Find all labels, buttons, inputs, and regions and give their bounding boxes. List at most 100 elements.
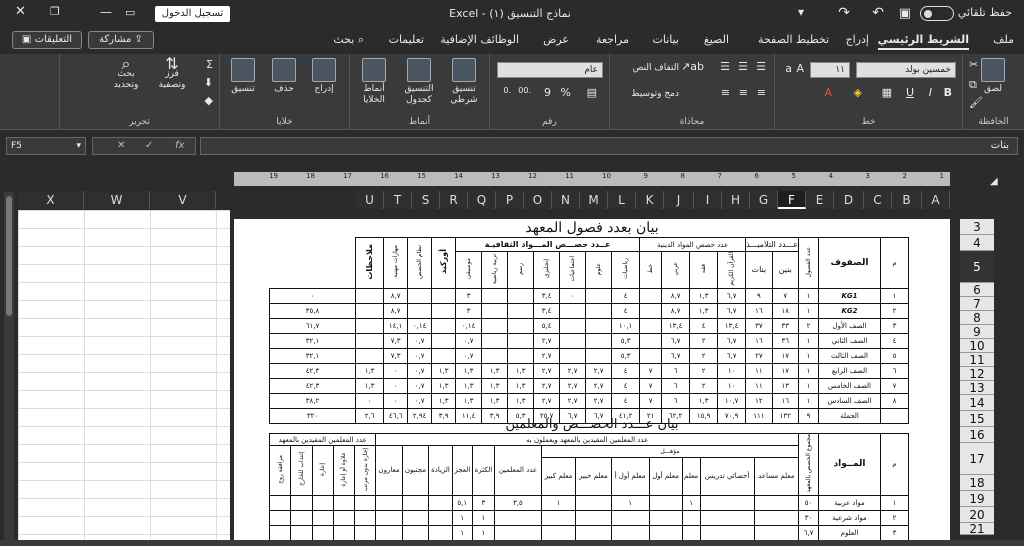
table-cell[interactable]: ٠ [355,392,385,409]
column-header-c[interactable]: C [864,191,892,209]
column-header-r[interactable]: R [440,191,468,209]
table-cell[interactable]: ٠,٧ [407,347,433,364]
format-painter-icon[interactable]: 🖌 [969,96,983,109]
tab-view[interactable]: عرض [543,33,569,46]
table-cell[interactable]: ٠ [383,377,409,394]
table-cell[interactable]: ٥ [880,347,909,364]
table-cell[interactable]: ١,٣ [431,377,457,394]
column-header-u[interactable]: U [356,191,384,209]
horizontal-scrollbar[interactable] [0,540,1024,546]
row-header-14[interactable]: 14 [960,395,994,411]
table-cell[interactable]: ٧ [771,287,800,304]
table-cell[interactable]: ١٣,٤ [661,317,691,334]
table-cell[interactable]: ٧ [639,362,663,379]
grade-cell[interactable]: الصف السادس [818,392,881,409]
table-cell[interactable]: ٣ [455,287,483,304]
row-header-11[interactable]: 11 [960,353,994,367]
grade-cell[interactable]: KG1 [818,287,881,304]
table-cell[interactable]: ٠ [559,287,587,304]
table-cell[interactable]: ٠,١٤ [407,317,433,334]
column-header-b[interactable]: B [892,191,922,209]
table-cell[interactable] [311,524,334,541]
tab-data[interactable]: بيانات [652,33,679,46]
row-header-7[interactable]: 7 [960,297,994,311]
insert-function-button[interactable]: fx [175,140,184,151]
table-cell[interactable] [268,509,292,526]
table-cell[interactable] [610,509,650,526]
table-cell[interactable]: ٢,٧ [533,347,561,364]
table-cell[interactable] [648,524,683,541]
table-cell[interactable]: ١٢ [745,392,773,409]
name-box[interactable]: F5 ▾ [6,137,86,155]
table-cell[interactable] [648,509,683,526]
table-cell[interactable] [559,302,587,319]
table-cell[interactable] [559,317,587,334]
table-cell[interactable] [401,509,430,526]
tab-file[interactable]: ملف [993,33,1014,46]
table-cell[interactable]: ١,٣ [355,377,385,394]
column-header-f[interactable]: F [778,191,806,209]
table-cell[interactable] [559,347,587,364]
table-cell[interactable] [648,494,683,511]
row-header-15[interactable]: 15 [960,411,994,427]
table-cell[interactable]: ١٠,١ [611,317,641,334]
autosave-toggle[interactable] [920,6,954,21]
table-cell[interactable]: ٢,٧ [533,377,561,394]
column-header-w[interactable]: W [84,191,150,209]
table-cell[interactable]: ١٧ [771,362,800,379]
row-header-13[interactable]: 13 [960,381,994,395]
table-cell[interactable]: ٣٠ [798,509,819,526]
row-header-16[interactable]: 16 [960,427,994,443]
formula-input[interactable]: بنات [200,137,1018,155]
row-header-21[interactable]: 21 [960,523,994,535]
share-button[interactable]: مشاركة ⇪ [88,31,154,49]
table-cell[interactable]: ١,٣ [481,392,509,409]
table-cell[interactable]: ٤ [689,317,719,334]
row-header-17[interactable]: 17 [960,443,994,475]
save-icon[interactable]: ▣ [899,6,911,21]
table-cell[interactable]: ٣٨,٢ [268,392,357,409]
column-header-e[interactable]: E [806,191,834,209]
table-cell[interactable]: ٨ [880,392,909,409]
table-cell[interactable]: ١٤,١ [383,317,409,334]
tab-addins[interactable]: الوظائف الإضافية [440,33,519,46]
number-format-select[interactable]: عام [497,62,603,78]
grow-font-icon[interactable]: A [796,62,804,75]
table-cell[interactable]: ٨,٧ [661,302,691,319]
table-cell[interactable]: ٦,٧ [661,347,691,364]
grade-cell[interactable]: KG2 [818,302,881,319]
column-header-m[interactable]: M [580,191,608,209]
table-cell[interactable]: ١,٣ [507,377,535,394]
table-cell[interactable]: ٥,١ [451,494,473,511]
table-cell[interactable]: ٤ [611,302,641,319]
table-cell[interactable]: ٤ [611,377,641,394]
table-cell[interactable] [481,347,509,364]
table-cell[interactable]: ٤ [611,287,641,304]
table-cell[interactable]: ١,٣ [455,392,483,409]
table-cell[interactable]: ٠,٧ [407,392,433,409]
table-cell[interactable]: ١٦ [771,392,800,409]
table-cell[interactable] [493,524,542,541]
table-cell[interactable]: ٢,٧ [585,377,613,394]
undo-icon[interactable]: ↶ [872,5,884,21]
vertical-scrollbar[interactable] [4,192,14,542]
restore-icon[interactable]: ❐ [50,5,60,18]
table-cell[interactable] [481,302,509,319]
align-right-icon[interactable]: ≡ [757,86,766,99]
table-cell[interactable]: ١٧ [771,347,800,364]
table-cell[interactable] [507,317,535,334]
table-cell[interactable]: ٦ [880,362,909,379]
accounting-format-icon[interactable]: ▤ [587,86,597,99]
table-cell[interactable]: ٢,٧ [533,392,561,409]
table-cell[interactable] [407,302,433,319]
table-cell[interactable]: ١١ [745,377,773,394]
table-cell[interactable] [699,494,755,511]
table-cell[interactable]: ٢,٧ [559,362,587,379]
table-cell[interactable] [401,494,430,511]
table-cell[interactable]: ٠ [268,287,357,304]
table-cell[interactable]: مواد عربية [818,494,881,511]
table-cell[interactable]: ٢ [689,377,719,394]
row-header-19[interactable]: 19 [960,491,994,507]
table-cell[interactable]: ٢ [689,332,719,349]
table-cell[interactable]: ٤ [880,332,909,349]
